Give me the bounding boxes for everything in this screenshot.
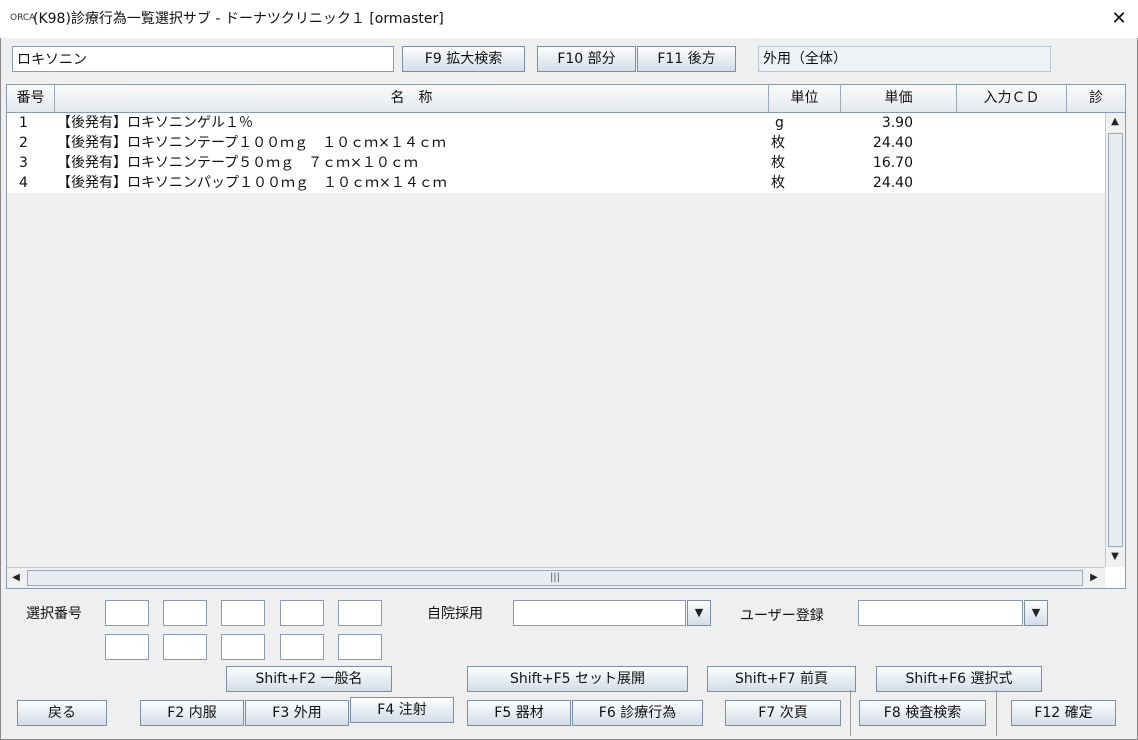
user-registration-label: ユーザー登録	[740, 608, 824, 624]
shift-f5-set-expand-button[interactable]: Shift+F5 セット展開	[467, 666, 688, 692]
vertical-scrollbar[interactable]: ▲ ▼	[1105, 113, 1125, 567]
results-table: 番号 名 称 単位 単価 入力ＣＤ 診 1 【後発有】ロキソニンゲル１％ g 3…	[6, 84, 1126, 589]
user-registration-field[interactable]	[858, 600, 1023, 626]
in-house-adoption-field[interactable]	[513, 600, 686, 626]
selection-number-input-5[interactable]	[338, 600, 382, 626]
column-header-unit[interactable]: 単位	[769, 85, 841, 112]
row-name: 【後発有】ロキソニンゲル１％	[57, 115, 253, 131]
selection-number-input-2[interactable]	[163, 600, 207, 626]
row-number: 1	[19, 115, 28, 131]
selection-number-input-1[interactable]	[105, 600, 149, 626]
shift-f6-selection-formula-button[interactable]: Shift+F6 選択式	[876, 666, 1042, 692]
table-row[interactable]: 4 【後発有】ロキソニンパップ１００ｍｇ １０ｃｍ×１４ｃｍ 枚 24.40	[7, 173, 1105, 193]
vertical-scroll-thumb[interactable]	[1108, 133, 1123, 547]
search-input[interactable]	[12, 46, 394, 72]
row-unit: 枚	[771, 175, 785, 191]
horizontal-scroll-thumb[interactable]: |||	[27, 570, 1083, 586]
shift-f7-prev-page-button[interactable]: Shift+F7 前頁	[707, 666, 856, 692]
column-header-number[interactable]: 番号	[7, 85, 55, 112]
row-price: 3.90	[881, 115, 913, 131]
row-price: 24.40	[872, 175, 913, 191]
f3-external-button[interactable]: F3 外用	[245, 700, 349, 726]
in-house-adoption-label: 自院採用	[427, 606, 483, 622]
back-button[interactable]: 戻る	[17, 700, 107, 726]
row-shin	[1067, 113, 1105, 133]
scroll-left-icon[interactable]: ◀	[7, 569, 25, 587]
close-icon[interactable]: ✕	[1100, 0, 1138, 38]
f11-suffix-button[interactable]: F11 後方	[637, 46, 736, 72]
row-input-code	[957, 173, 1067, 193]
button-divider	[850, 690, 851, 736]
selection-number-label: 選択番号	[26, 606, 82, 622]
selection-number-input-4[interactable]	[280, 600, 324, 626]
selection-number-input-3[interactable]	[221, 600, 265, 626]
button-divider	[996, 690, 997, 736]
app-icon: ORCA	[10, 13, 36, 23]
row-unit: 枚	[771, 155, 785, 171]
row-name: 【後発有】ロキソニンテープ１００ｍｇ １０ｃｍ×１４ｃｍ	[57, 135, 446, 151]
f7-next-page-button[interactable]: F7 次頁	[725, 700, 841, 726]
selection-number-input-9[interactable]	[280, 634, 324, 660]
user-registration-select[interactable]: ▼	[858, 600, 1048, 626]
window-title: (K98)診療行為一覧選択サブ - ドーナツクリニック１ [ormaster]	[33, 11, 444, 27]
row-name: 【後発有】ロキソニンパップ１００ｍｇ １０ｃｍ×１４ｃｍ	[57, 175, 447, 191]
selection-number-input-10[interactable]	[338, 634, 382, 660]
chevron-down-icon[interactable]: ▼	[1024, 600, 1048, 626]
row-input-code	[957, 113, 1067, 133]
selection-number-input-7[interactable]	[163, 634, 207, 660]
selection-number-input-6[interactable]	[105, 634, 149, 660]
column-header-shin[interactable]: 診	[1067, 85, 1125, 112]
column-header-name[interactable]: 名 称	[55, 85, 769, 112]
chevron-down-icon[interactable]: ▼	[687, 600, 711, 626]
column-header-input-code[interactable]: 入力ＣＤ	[957, 85, 1067, 112]
row-unit: g	[775, 115, 784, 131]
row-number: 2	[19, 135, 28, 151]
row-shin	[1067, 133, 1105, 153]
scroll-right-icon[interactable]: ▶	[1085, 569, 1103, 587]
horizontal-scrollbar[interactable]: ◀ ||| ▶	[7, 567, 1105, 588]
row-input-code	[957, 133, 1067, 153]
table-row[interactable]: 3 【後発有】ロキソニンテープ５０ｍｇ ７ｃｍ×１０ｃｍ 枚 16.70	[7, 153, 1105, 173]
row-number: 4	[19, 175, 28, 191]
row-name: 【後発有】ロキソニンテープ５０ｍｇ ７ｃｍ×１０ｃｍ	[57, 155, 418, 171]
row-shin	[1067, 173, 1105, 193]
table-body: 1 【後発有】ロキソニンゲル１％ g 3.90 2 【後発有】ロキソニンテープ１…	[7, 113, 1105, 567]
table-row[interactable]: 1 【後発有】ロキソニンゲル１％ g 3.90	[7, 113, 1105, 133]
row-price: 16.70	[872, 155, 913, 171]
table-header: 番号 名 称 単位 単価 入力ＣＤ 診	[7, 85, 1125, 113]
selection-number-input-8[interactable]	[221, 634, 265, 660]
scroll-down-icon[interactable]: ▼	[1106, 548, 1124, 566]
title-bar: ORCA (K98)診療行為一覧選択サブ - ドーナツクリニック１ [ormas…	[0, 0, 1138, 38]
row-shin	[1067, 153, 1105, 173]
f2-internal-button[interactable]: F2 内服	[140, 700, 244, 726]
f10-partial-button[interactable]: F10 部分	[537, 46, 636, 72]
row-number: 3	[19, 155, 28, 171]
in-house-adoption-select[interactable]: ▼	[513, 600, 711, 626]
row-price: 24.40	[872, 135, 913, 151]
row-input-code	[957, 153, 1067, 173]
f6-medical-procedure-button[interactable]: F6 診療行為	[572, 700, 703, 726]
column-header-price[interactable]: 単価	[841, 85, 957, 112]
f8-exam-search-button[interactable]: F8 検査検索	[859, 700, 986, 726]
f5-materials-button[interactable]: F5 器材	[467, 700, 571, 726]
scroll-up-icon[interactable]: ▲	[1106, 113, 1124, 131]
row-unit: 枚	[771, 135, 785, 151]
f4-injection-button[interactable]: F4 注射	[350, 697, 454, 723]
f9-expand-search-button[interactable]: F9 拡大検索	[402, 46, 525, 72]
shift-f2-generic-name-button[interactable]: Shift+F2 一般名	[226, 666, 392, 692]
table-row[interactable]: 2 【後発有】ロキソニンテープ１００ｍｇ １０ｃｍ×１４ｃｍ 枚 24.40	[7, 133, 1105, 153]
f12-confirm-button[interactable]: F12 確定	[1011, 700, 1116, 726]
category-display: 外用（全体）	[758, 46, 1051, 72]
